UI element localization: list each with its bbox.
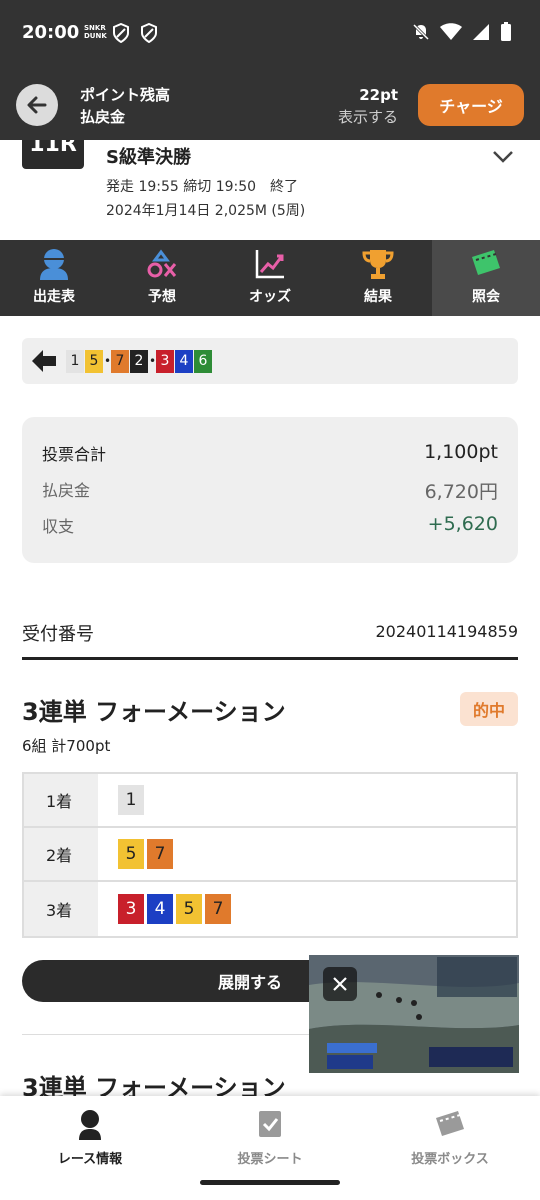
race-date-info: 2024年1月14日 2,025M (5周) [106,203,306,219]
tab-inquiry[interactable]: 照会 [432,240,540,316]
tab-odds[interactable]: オッズ [216,240,324,316]
bet-type-title: 3連単 フォーメーション [22,698,286,726]
tab-label: オッズ [249,289,291,305]
result-number: 1 [66,349,84,373]
bet-number: 3 [118,894,144,924]
header-values: 22pt 表示する [338,84,398,128]
bet-number: 5 [118,839,144,869]
tab-entries[interactable]: 出走表 [0,240,108,316]
table-row: 3着 3 4 5 7 [24,882,516,936]
payout-value: 6,720円 [424,481,498,503]
app-header: ポイント残高 払戻金 22pt 表示する チャージ [0,70,540,140]
result-order-strip: 1 5 • 7 2 • 3 4 6 [22,338,518,384]
bet-number: 5 [176,894,202,924]
signal-icon [473,24,489,40]
balance-value: +5,620 [427,513,498,535]
ticket-icon [472,250,500,275]
tab-label: 結果 [364,289,392,305]
tab-results[interactable]: 結果 [324,240,432,316]
divider [22,657,518,660]
snkrdunk-notification-icon: SNKR DUNK [84,24,107,40]
result-separator: • [104,354,112,368]
video-pip[interactable] [309,955,519,1073]
formation-table: 1着 1 2着 5 7 3着 3 4 5 7 [22,772,518,938]
nav-label: 投票シート [237,1152,303,1167]
bet-number: 1 [118,785,144,815]
bet-number: 7 [205,894,231,924]
result-number: 3 [156,349,174,373]
close-icon [333,977,347,991]
total-value: 1,100pt [424,441,498,463]
position-numbers: 3 4 5 7 [98,882,516,936]
points-value: 22pt [359,86,398,104]
result-separator: • [149,354,157,368]
arrow-left-icon [32,350,56,372]
ticket-box-icon [436,1111,464,1136]
position-label: 3着 [24,882,98,936]
points-balance-label: ポイント残高 [80,86,171,104]
bet-number: 4 [147,894,173,924]
battery-icon [501,22,511,41]
hit-badge: 的中 [460,692,518,726]
status-icons [412,22,512,42]
tab-label: 出走表 [33,289,75,305]
nav-vote-box[interactable]: 投票ボックス [360,1096,540,1200]
total-label: 投票合計 [42,445,107,464]
result-number: 4 [175,349,193,373]
race-time-info: 発走 19:55 締切 19:50 終了 [106,179,299,195]
tab-label: 予想 [148,289,176,305]
racer-icon [79,1110,101,1140]
charge-button[interactable]: チャージ [418,84,524,126]
check-sheet-icon [259,1111,281,1137]
wifi-icon [440,23,462,40]
result-number: 7 [111,349,129,373]
position-numbers: 5 7 [98,828,516,880]
position-numbers: 1 [98,774,516,826]
bell-off-icon [412,23,430,41]
chevron-down-icon[interactable] [492,150,514,164]
tab-prediction[interactable]: 予想 [108,240,216,316]
status-bar: 20:00 SNKR DUNK [0,0,540,70]
summary-row-payout: 払戻金 6,720円 [42,477,498,507]
summary-row-balance: 収支 +5,620 [42,513,498,543]
position-label: 2着 [24,828,98,880]
summary-row-total: 投票合計 1,100pt [42,441,498,471]
race-title: S級準決勝 [106,147,191,168]
status-time: 20:00 [22,22,80,43]
race-number-badge: 11R [22,140,84,169]
racer-icon [40,249,68,280]
receipt-number: 20240114194859 [375,622,518,641]
table-row: 1着 1 [24,774,516,828]
payout-label: 払戻金 [42,481,91,500]
nav-label: 投票ボックス [411,1152,489,1167]
result-number: 2 [130,349,148,373]
home-indicator[interactable] [200,1180,340,1185]
result-number: 5 [85,349,103,373]
bet-summary: 6組 計700pt [22,737,111,755]
back-button[interactable] [16,84,58,126]
prediction-icon [147,249,177,278]
position-label: 1着 [24,774,98,826]
summary-card: 投票合計 1,100pt 払戻金 6,720円 収支 +5,620 [22,417,518,563]
header-labels: ポイント残高 払戻金 [80,84,170,128]
tab-label: 照会 [472,289,500,305]
chart-icon [255,250,284,279]
result-number: 6 [194,349,212,373]
receipt-label: 受付番号 [22,624,94,645]
close-button[interactable] [323,967,357,1001]
balance-label: 収支 [42,517,75,536]
show-payout-link[interactable]: 表示する [338,106,398,128]
arrow-left-icon [27,96,47,114]
tab-bar: 出走表 予想 オッズ 結果 照会 [0,240,540,316]
nav-label: レース情報 [57,1152,123,1167]
bet-number: 7 [147,839,173,869]
shield-icon [141,23,157,43]
payout-label: 払戻金 [80,108,126,126]
nav-race-info[interactable]: レース情報 [0,1096,180,1200]
trophy-icon [362,250,394,279]
table-row: 2着 5 7 [24,828,516,882]
shield-icon [113,23,129,43]
